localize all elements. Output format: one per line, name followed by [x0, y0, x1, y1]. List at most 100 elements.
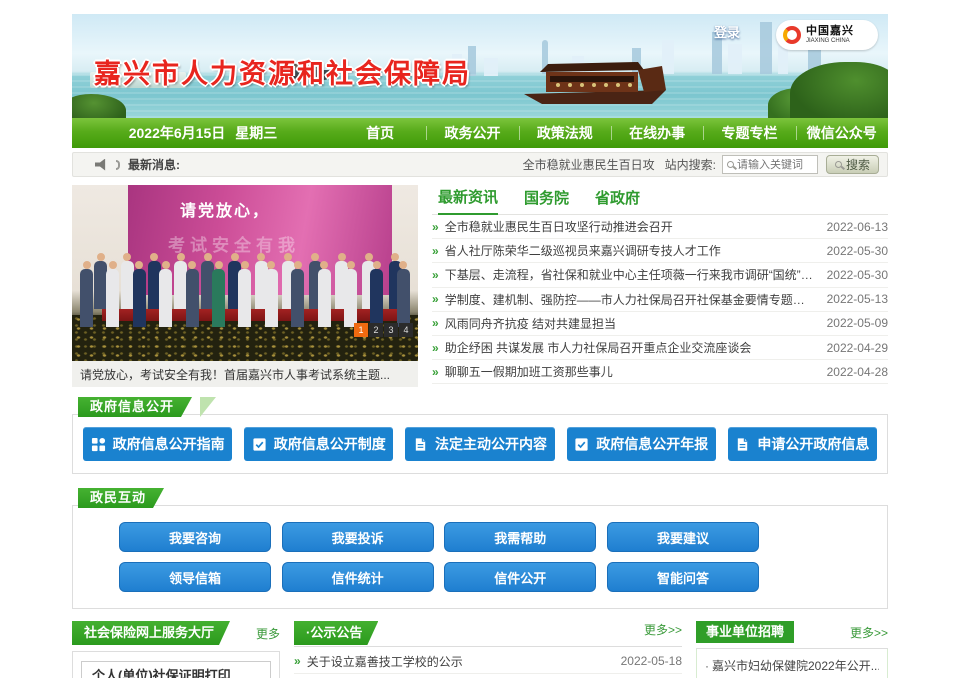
nav-item-special-topics[interactable]: 专题专栏 — [703, 118, 795, 148]
mail-disclosure-button[interactable]: 信件公开 — [444, 562, 596, 592]
need-help-button[interactable]: 我需帮助 — [444, 522, 596, 552]
social-insurance-title: 社会保险网上服务大厅 — [72, 621, 230, 645]
news-date: 2022-04-29 — [827, 341, 888, 355]
page: 嘉兴市人力资源和社会保障局 登录 中国嘉兴 JIAXING CHINA 2022… — [72, 14, 888, 678]
gov-info-box: 政府信息公开指南 政府信息公开制度 法定主动公开内容 政府信息公开年报 申请公开… — [72, 414, 888, 474]
pager-2[interactable]: 2 — [369, 323, 383, 337]
news-item[interactable]: » 聊聊五一假期加班工资那些事儿 2022-04-28 — [432, 360, 888, 384]
recruitment-more-link[interactable]: 更多>> — [850, 624, 888, 641]
news-tabs: 最新资讯 国务院 省政府 — [432, 185, 888, 215]
carousel: 请党放心， 考试安全有我 1 2 3 — [72, 185, 418, 387]
news-item[interactable]: » 助企纾困 共谋发展 市人力社保局召开重点企业交流座谈会 2022-04-29 — [432, 336, 888, 360]
header-banner: 嘉兴市人力资源和社会保障局 登录 中国嘉兴 JIAXING CHINA — [72, 14, 888, 118]
notice-item-title: 关于设立嘉善技工学校的公示 — [307, 653, 609, 670]
carousel-caption[interactable]: 请党放心，考试安全有我！首届嘉兴市人事考试系统主题... — [72, 361, 418, 387]
interaction-section: 政民互动 我要咨询 我要投诉 我需帮助 我要建议 领导信箱 信件统计 信件公开 … — [72, 488, 888, 609]
arrow-icon: » — [432, 316, 439, 330]
speaker-wave-icon — [116, 160, 120, 170]
weekday-text: 星期三 — [235, 123, 277, 143]
carousel-photo[interactable]: 请党放心， 考试安全有我 1 2 3 — [72, 185, 418, 361]
date-text: 2022年6月15日 — [129, 123, 226, 143]
main-row: 请党放心， 考试安全有我 1 2 3 — [72, 185, 888, 387]
complain-button[interactable]: 我要投诉 — [282, 522, 434, 552]
nav-item-gov-disclosure[interactable]: 政务公开 — [426, 118, 518, 148]
nav-date: 2022年6月15日 星期三 — [72, 118, 334, 148]
red-boat-icon — [520, 50, 670, 108]
notice-item[interactable]: » 关于设立嘉善技工学校的公示 2022-05-18 — [294, 649, 682, 674]
social-insurance-more-link[interactable]: 更多 — [256, 625, 280, 642]
notice-item[interactable]: » 关于公布嘉兴市人力资源和社会保障局2022年度重大行政决策事... 2022… — [294, 674, 682, 678]
info-guide-button[interactable]: 政府信息公开指南 — [83, 427, 232, 461]
ticker-label: 最新消息: — [128, 156, 180, 173]
interaction-box: 我要咨询 我要投诉 我需帮助 我要建议 领导信箱 信件统计 信件公开 智能问答 — [72, 505, 888, 609]
recruitment-panel: 事业单位招聘 更多>> ·嘉兴市妇幼保健院2022年公开... ·2022年嘉兴… — [696, 621, 888, 678]
logo-en-text: JIAXING CHINA — [806, 38, 854, 44]
tab-latest-news[interactable]: 最新资讯 — [438, 186, 498, 215]
news-date: 2022-04-28 — [827, 365, 888, 379]
news-title: 下基层、走流程，省社保和就业中心主任项薇一行来我市调研“国统”上线情况 — [445, 266, 815, 283]
news-date: 2022-05-30 — [827, 268, 888, 282]
service-item-cert-print[interactable]: 个人(单位)社保证明打印 — [81, 661, 271, 678]
search-button[interactable]: 搜索 — [826, 155, 879, 174]
news-ticker-bar: 最新消息: 全市稳就业惠民生百日攻 站内搜索: 搜索 — [72, 152, 888, 177]
pager-1[interactable]: 1 — [354, 323, 368, 337]
pager-4[interactable]: 4 — [399, 323, 413, 337]
pager-3[interactable]: 3 — [384, 323, 398, 337]
trees-right — [790, 62, 888, 118]
news-title: 学制度、建机制、强防控——市人力社保局召开社保基金要情专题学习会 — [445, 291, 815, 308]
arrow-icon: » — [432, 341, 439, 355]
search-input[interactable] — [737, 159, 813, 171]
bottom-row: 社会保险网上服务大厅 更多 个人(单位)社保证明打印 办事指南 ·公示公告 更多… — [72, 621, 888, 678]
arrow-icon: » — [294, 654, 301, 668]
info-annual-report-button[interactable]: 政府信息公开年报 — [567, 427, 716, 461]
nav-item-online-services[interactable]: 在线办事 — [611, 118, 703, 148]
news-panel: 最新资讯 国务院 省政府 » 全市稳就业惠民生百日攻坚行动推进会召开 2022-… — [432, 185, 888, 387]
nav-item-wechat[interactable]: 微信公众号 — [796, 118, 888, 148]
carousel-pager: 1 2 3 4 — [354, 323, 413, 337]
social-insurance-header: 社会保险网上服务大厅 更多 — [72, 621, 280, 645]
grid-icon — [91, 437, 106, 452]
news-title: 聊聊五一假期加班工资那些事儿 — [445, 363, 815, 380]
nav-item-policies[interactable]: 政策法规 — [519, 118, 611, 148]
info-proactive-button[interactable]: 法定主动公开内容 — [405, 427, 554, 461]
tab-provincial-gov[interactable]: 省政府 — [595, 187, 640, 214]
notice-more-link[interactable]: 更多>> — [644, 621, 682, 638]
info-request-button[interactable]: 申请公开政府信息 — [728, 427, 877, 461]
info-system-button[interactable]: 政府信息公开制度 — [244, 427, 393, 461]
consult-button[interactable]: 我要咨询 — [119, 522, 271, 552]
recruitment-item[interactable]: ·嘉兴市妇幼保健院2022年公开... — [705, 655, 879, 678]
news-date: 2022-06-13 — [827, 220, 888, 234]
news-title: 助企纾困 共谋发展 市人力社保局召开重点企业交流座谈会 — [445, 339, 815, 356]
news-date: 2022-05-13 — [827, 292, 888, 306]
document-icon — [735, 437, 750, 452]
site-title: 嘉兴市人力资源和社会保障局 — [94, 52, 471, 91]
skyline-building — [760, 22, 772, 74]
recruitment-title: 事业单位招聘 — [696, 621, 794, 643]
skyline-building — [728, 44, 742, 74]
notice-panel: ·公示公告 更多>> » 关于设立嘉善技工学校的公示 2022-05-18 » … — [294, 621, 682, 678]
interaction-section-title: 政民互动 — [78, 488, 164, 508]
info-proactive-label: 法定主动公开内容 — [435, 434, 547, 454]
nav-item-home[interactable]: 首页 — [334, 118, 426, 148]
jiaxing-logo-text: 中国嘉兴 JIAXING CHINA — [806, 26, 854, 44]
gov-info-buttons: 政府信息公开指南 政府信息公开制度 法定主动公开内容 政府信息公开年报 申请公开… — [83, 427, 877, 461]
news-item[interactable]: » 省人社厅陈荣华二级巡视员来嘉兴调研专技人才工作 2022-05-30 — [432, 239, 888, 263]
photo-people-front-row — [80, 269, 410, 327]
smart-qa-button[interactable]: 智能问答 — [607, 562, 759, 592]
search-label: 站内搜索: — [665, 156, 716, 173]
login-link[interactable]: 登录 — [714, 22, 740, 41]
news-item[interactable]: » 学制度、建机制、强防控——市人力社保局召开社保基金要情专题学习会 2022-… — [432, 288, 888, 312]
leader-mailbox-button[interactable]: 领导信箱 — [119, 562, 271, 592]
ticker-marquee-text[interactable]: 全市稳就业惠民生百日攻 — [523, 156, 655, 173]
news-item[interactable]: » 下基层、走流程，省社保和就业中心主任项薇一行来我市调研“国统”上线情况 20… — [432, 263, 888, 287]
suggest-button[interactable]: 我要建议 — [607, 522, 759, 552]
arrow-icon: » — [432, 365, 439, 379]
search-icon — [727, 161, 734, 168]
speaker-icon — [95, 159, 108, 171]
mail-stats-button[interactable]: 信件统计 — [282, 562, 434, 592]
news-item[interactable]: » 风雨同舟齐抗疫 结对共建显担当 2022-05-09 — [432, 312, 888, 336]
jiaxing-logo: 中国嘉兴 JIAXING CHINA — [776, 20, 878, 50]
news-item[interactable]: » 全市稳就业惠民生百日攻坚行动推进会召开 2022-06-13 — [432, 215, 888, 239]
arrow-icon: » — [432, 268, 439, 282]
tab-state-council[interactable]: 国务院 — [524, 187, 569, 214]
